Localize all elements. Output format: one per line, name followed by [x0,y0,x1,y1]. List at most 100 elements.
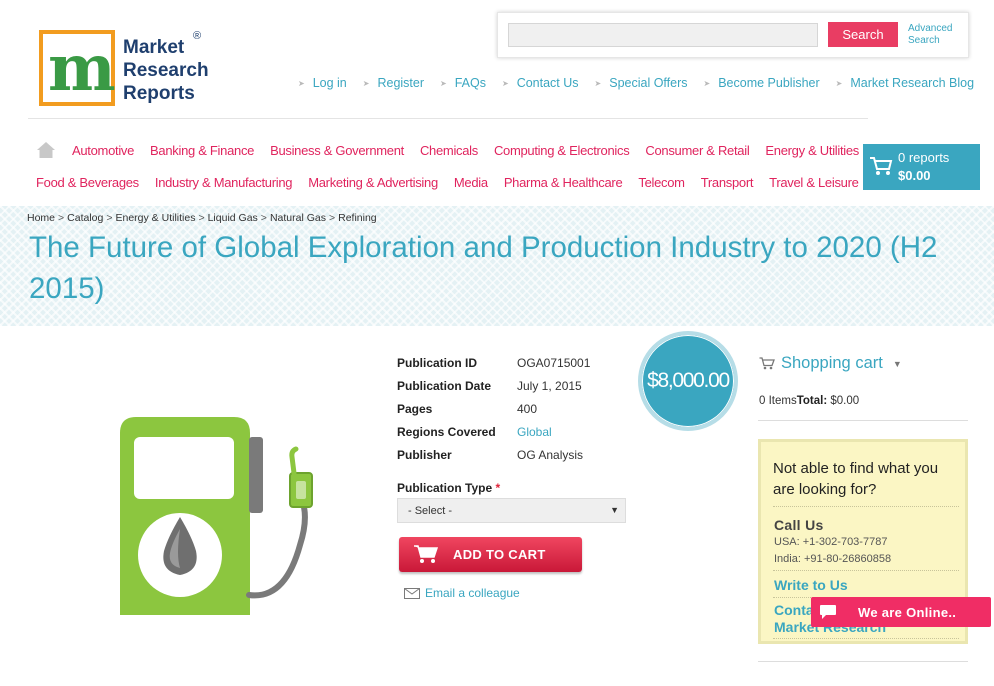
logo-mark: m [39,30,116,106]
cart-icon [414,545,439,563]
sidebar-divider [758,661,968,662]
cart-total-value: $0.00 [830,395,860,407]
breadcrumb-liquid-gas[interactable]: Liquid Gas [208,212,258,224]
detail-value: OGA0715001 [517,355,591,370]
top-link-label: Contact Us [516,76,579,90]
logo-line: Reports [123,83,195,104]
top-link-label: Special Offers [609,76,688,90]
publication-type-select[interactable]: - Select - ▼ [397,498,626,523]
detail-row: Regions Covered Global [397,420,590,443]
detail-row: Publication Date July 1, 2015 [397,374,590,397]
breadcrumb-refining[interactable]: Refining [338,212,377,224]
publication-type-selected: - Select - [408,505,453,517]
logo-text: Market Research Reports [123,36,209,105]
top-link-special-offers[interactable]: ➤ Special Offers [595,76,688,90]
nav-item-marketing-advertising[interactable]: Marketing & Advertising [308,175,438,190]
nav-item-telecom[interactable]: Telecom [638,175,685,190]
top-link-become-publisher[interactable]: ➤ Become Publisher [704,76,820,90]
shopping-cart-header[interactable]: Shopping cart ▼ [759,354,902,373]
cart-icon [759,357,775,370]
arrow-icon: ➤ [298,78,305,88]
price-badge: $8,000.00 [638,331,738,431]
advanced-search-line: Search [908,35,940,46]
cart-total-label: Total: [796,395,828,407]
nav-item-business-government[interactable]: Business & Government [270,143,404,158]
breadcrumb-catalog[interactable]: Catalog [67,212,103,224]
cart-count: 0 reports [898,150,950,165]
detail-row: Pages 400 [397,397,590,420]
arrow-icon: ➤ [835,78,843,88]
nav-item-food-beverages[interactable]: Food & Beverages [36,175,139,190]
registered-mark: ® [193,30,202,42]
nav-item-automotive[interactable]: Automotive [72,143,134,158]
nav-item-pharma-healthcare[interactable]: Pharma & Healthcare [504,175,623,190]
breadcrumb-natural-gas[interactable]: Natural Gas [270,212,326,224]
top-link-label: Log in [312,76,347,90]
logo-line: Research [123,60,209,81]
help-divider [773,570,959,571]
top-link-blog[interactable]: ➤ Market Research Blog [836,76,974,90]
arrow-icon: ➤ [501,78,509,88]
help-question: Not able to find what you are looking fo… [773,460,939,498]
cart-icon [870,157,893,175]
publication-type-text: Publication Type [397,481,493,495]
nav-item-computing-electronics[interactable]: Computing & Electronics [494,143,630,158]
live-chat-button[interactable]: We are Online.. [811,597,991,627]
nav-item-banking-finance[interactable]: Banking & Finance [150,143,254,158]
nav-item-chemicals[interactable]: Chemicals [420,143,478,158]
nav-item-travel-leisure[interactable]: Travel & Leisure [769,175,859,190]
advanced-search-line: Advanced [908,23,953,34]
breadcrumb-separator: > [260,212,267,224]
top-link-label: FAQs [454,76,486,90]
region-link[interactable]: Global [517,425,552,439]
call-us-heading: Call Us [774,517,824,533]
search-input[interactable] [508,23,818,47]
publication-details: Publication ID OGA0715001 Publication Da… [397,351,590,466]
chat-label: We are Online.. [858,604,957,620]
detail-label: Publication Date [397,378,492,393]
email-colleague-label: Email a colleague [425,586,520,600]
detail-label: Pages [397,401,433,416]
search-button[interactable]: Search [828,22,898,47]
fuel-pump-image [120,417,313,615]
nav-item-transport[interactable]: Transport [701,175,754,190]
page-title: The Future of Global Exploration and Pro… [29,231,938,305]
top-link-login[interactable]: ➤ Log in [298,76,347,90]
detail-value: July 1, 2015 [517,378,582,393]
nav-item-energy-utilities[interactable]: Energy & Utilities [765,143,859,158]
cart-total: $0.00 [898,168,931,183]
top-link-register[interactable]: ➤ Register [363,76,424,90]
help-divider [773,638,959,639]
breadcrumb: Home > Catalog > Energy & Utilities > Liquid G… [27,212,377,224]
cart-items-count: 0 Items [759,395,797,407]
breadcrumb-separator: > [328,212,336,224]
write-to-us-link[interactable]: Write to Us [774,577,848,593]
header-cart-button[interactable]: 0 reports $0.00 [863,144,980,190]
home-icon[interactable] [36,141,56,159]
chevron-down-icon: ▼ [892,358,902,369]
top-link-faqs[interactable]: ➤ FAQs [440,76,486,90]
help-divider [773,506,959,507]
add-to-cart-label: ADD TO CART [453,547,546,562]
advanced-search-link[interactable]: Advanced Search [908,23,952,47]
breadcrumb-home[interactable]: Home [27,212,55,224]
category-nav-row-2: Food & Beverages Industry & Manufacturin… [36,175,875,190]
detail-label: Regions Covered [397,424,496,439]
category-nav-row-1: Automotive Banking & Finance Business & … [72,143,875,158]
site-logo[interactable]: m Market Research Reports ® [39,30,219,110]
email-colleague-link[interactable]: Email a colleague [404,586,520,600]
arrow-icon: ➤ [362,78,370,88]
nav-item-consumer-retail[interactable]: Consumer & Retail [645,143,749,158]
detail-label: Publisher [397,447,452,462]
nav-item-industry-manufacturing[interactable]: Industry & Manufacturing [155,175,293,190]
breadcrumb-energy-utilities[interactable]: Energy & Utilities [116,212,196,224]
required-mark: * [495,481,501,495]
top-link-contact[interactable]: ➤ Contact Us [502,76,579,90]
nav-item-media[interactable]: Media [454,175,488,190]
top-link-label: Market Research Blog [850,76,975,90]
envelope-icon [404,587,420,599]
detail-value: 400 [517,401,538,416]
add-to-cart-button[interactable]: ADD TO CART [399,537,582,572]
detail-value: OG Analysis [517,447,584,462]
publication-type-label: Publication Type * [397,481,500,495]
